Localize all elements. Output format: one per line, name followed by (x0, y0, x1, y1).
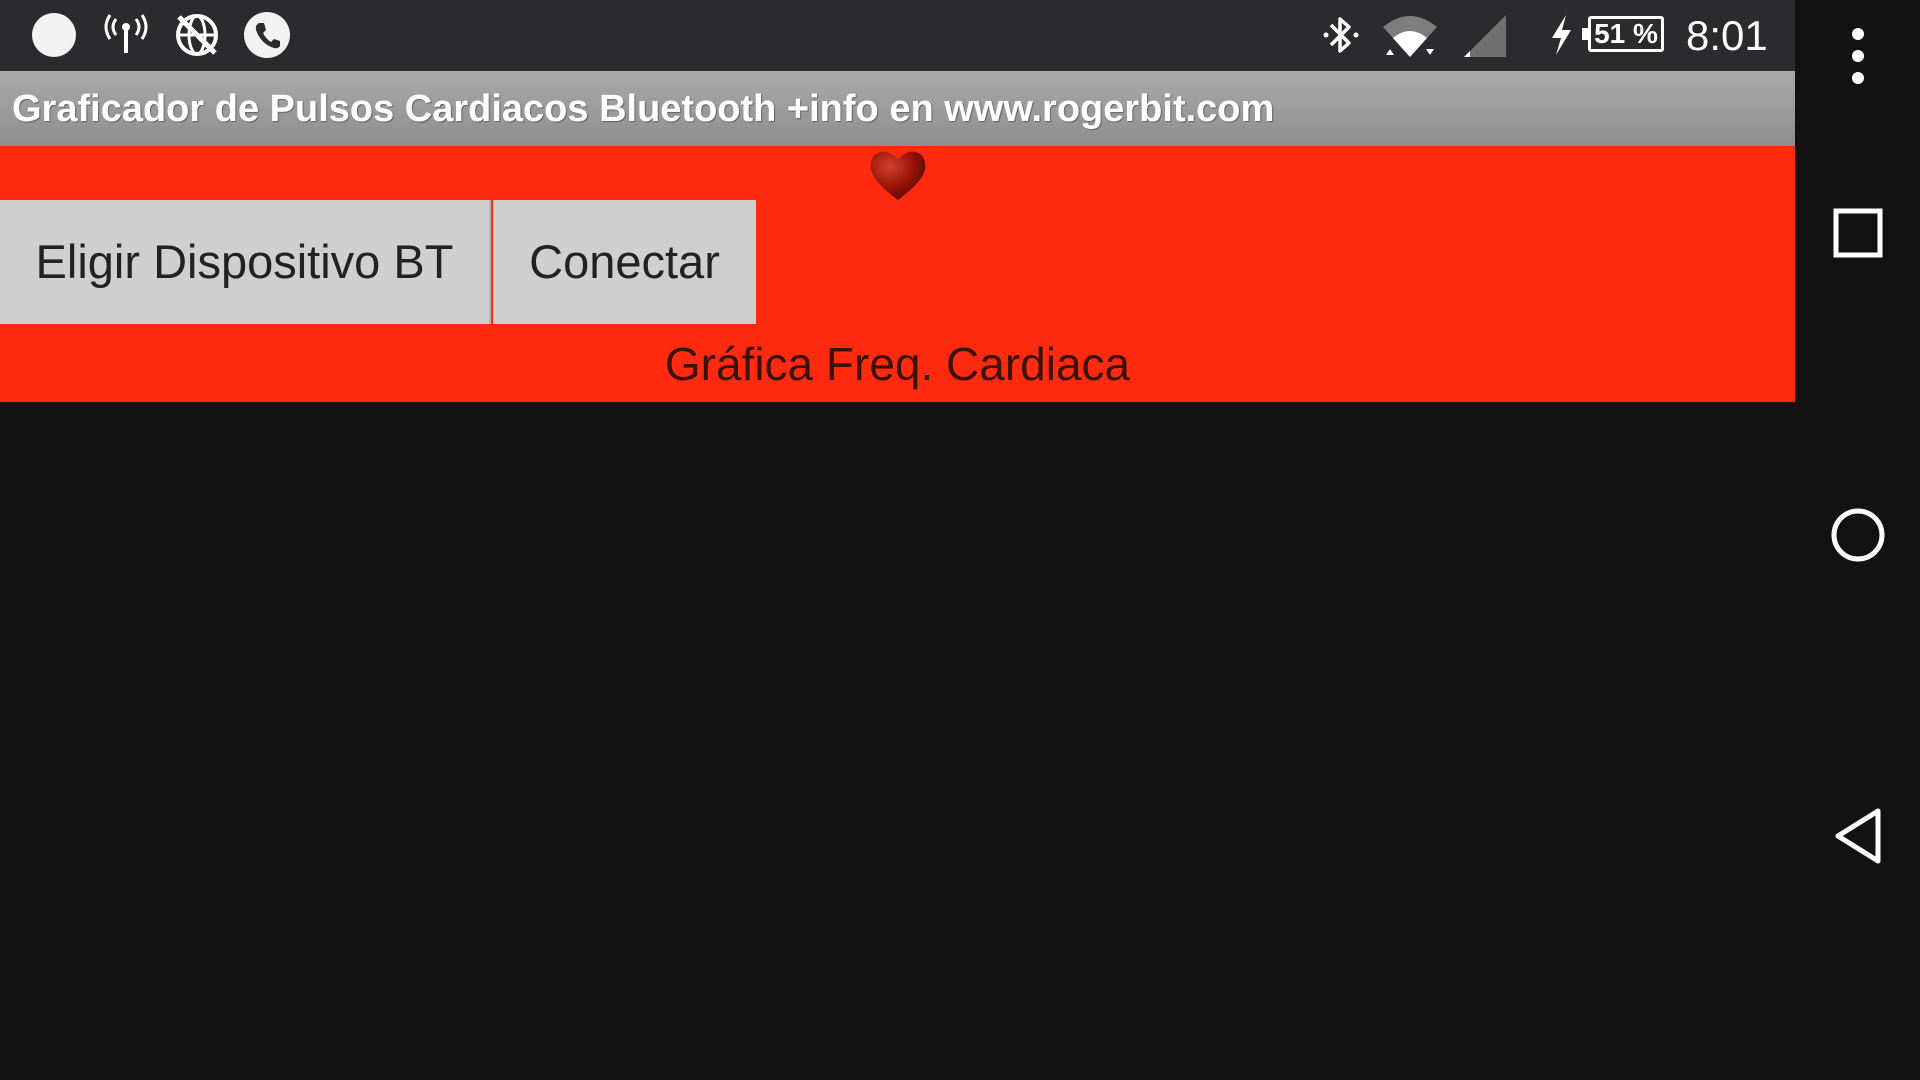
charging-icon (1546, 11, 1576, 64)
heart-rate-graph-label: Gráfica Freq. Cardiaca (664, 338, 1131, 390)
clock: 8:01 (1686, 12, 1768, 59)
bluetooth-icon (1318, 11, 1364, 64)
back-triangle-icon[interactable] (1795, 805, 1920, 875)
choose-bt-device-button[interactable]: Eligir Dispositivo BT (0, 200, 491, 324)
app-title-bar: Graficador de Pulsos Cardiacos Bluetooth… (0, 71, 1795, 146)
notification-dot-icon (30, 11, 78, 64)
connect-button[interactable]: Conectar (493, 200, 756, 324)
phone-icon (243, 11, 291, 64)
more-vert-icon[interactable] (1795, 24, 1920, 94)
recents-square-icon[interactable] (1795, 205, 1920, 275)
app-title: Graficador de Pulsos Cardiacos Bluetooth… (12, 88, 1275, 130)
wifi-icon (1380, 11, 1440, 68)
battery-indicator: 51 % (1582, 16, 1664, 52)
home-circle-icon[interactable] (1795, 505, 1920, 575)
antenna-icon (103, 11, 149, 64)
navigation-bar (1795, 0, 1920, 1080)
cell-signal-icon (1460, 11, 1510, 66)
heart-rate-graph-canvas (0, 402, 1795, 1080)
screen: 51 % 8:01 Graficador de Pulsos Cardiacos… (0, 0, 1920, 1080)
heart-icon (867, 146, 929, 202)
no-network-globe-icon (173, 11, 221, 64)
status-bar: 51 % 8:01 (0, 0, 1795, 71)
